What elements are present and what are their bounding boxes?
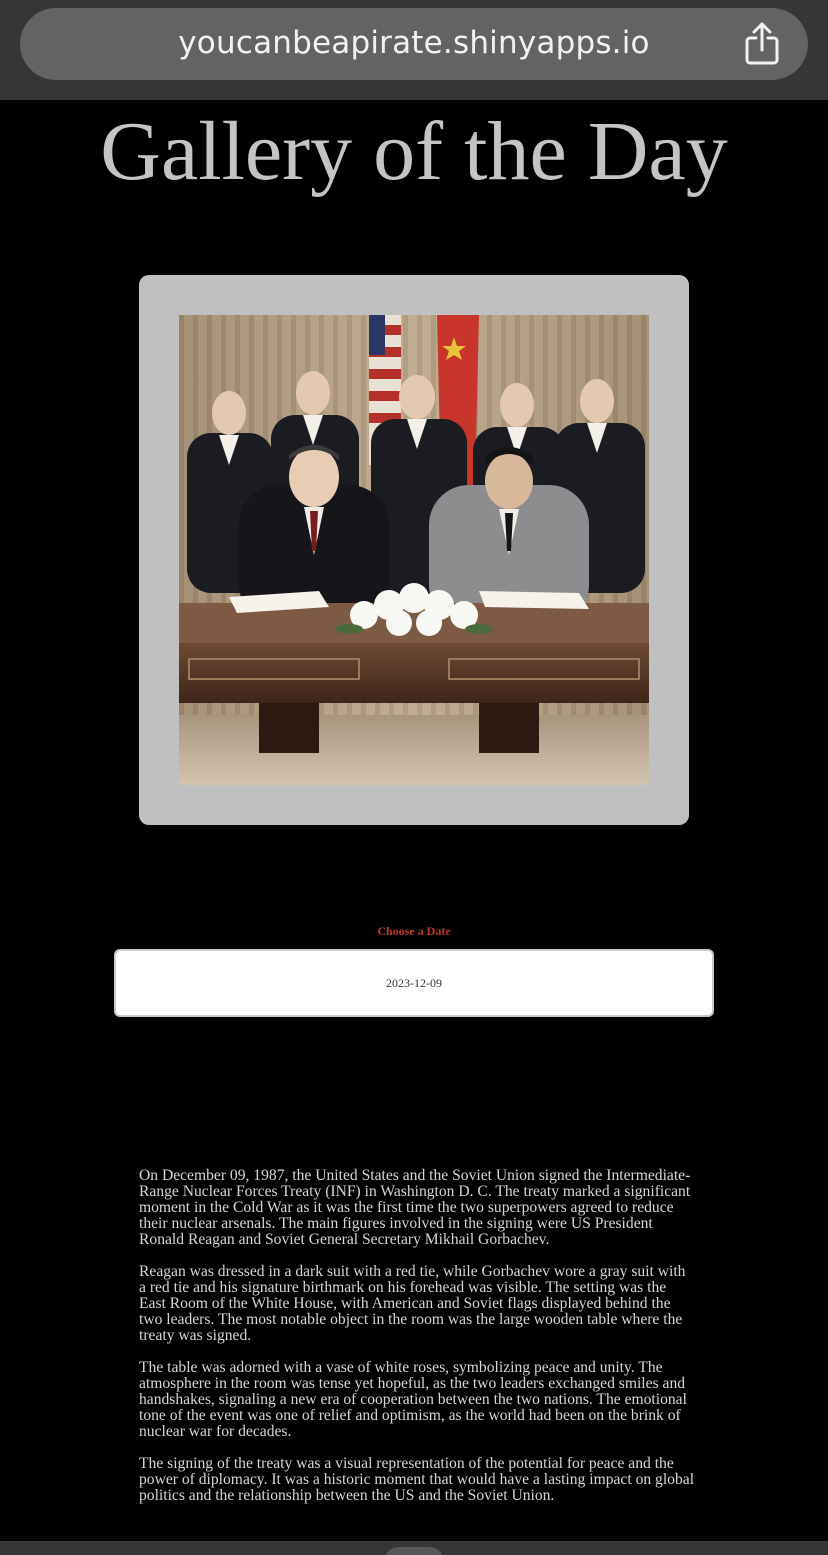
gallery-frame bbox=[139, 275, 689, 825]
toolbar-handle[interactable] bbox=[384, 1547, 444, 1555]
date-picker-label: Choose a Date bbox=[377, 924, 451, 938]
share-icon[interactable] bbox=[742, 22, 782, 66]
story-paragraph: The signing of the treaty was a visual r… bbox=[139, 1455, 695, 1504]
browser-bottom-toolbar bbox=[0, 1541, 828, 1555]
photo-illustration bbox=[179, 315, 649, 785]
gallery-photo bbox=[179, 315, 649, 785]
story-paragraph: On December 09, 1987, the United States … bbox=[139, 1167, 691, 1248]
address-bar[interactable]: youcanbeapirate.shinyapps.io bbox=[20, 8, 808, 80]
story-paragraph: Reagan was dressed in a dark suit with a… bbox=[139, 1263, 686, 1344]
gallery-story: On December 09, 1987, the United States … bbox=[139, 1168, 695, 1520]
date-input[interactable] bbox=[114, 949, 714, 1017]
url-text[interactable]: youcanbeapirate.shinyapps.io bbox=[20, 8, 808, 80]
page: youcanbeapirate.shinyapps.io Gallery of … bbox=[0, 0, 828, 1555]
story-paragraph: The table was adorned with a vase of whi… bbox=[139, 1359, 687, 1440]
browser-toolbar: youcanbeapirate.shinyapps.io bbox=[0, 0, 828, 100]
page-title: Gallery of the Day bbox=[100, 105, 728, 198]
